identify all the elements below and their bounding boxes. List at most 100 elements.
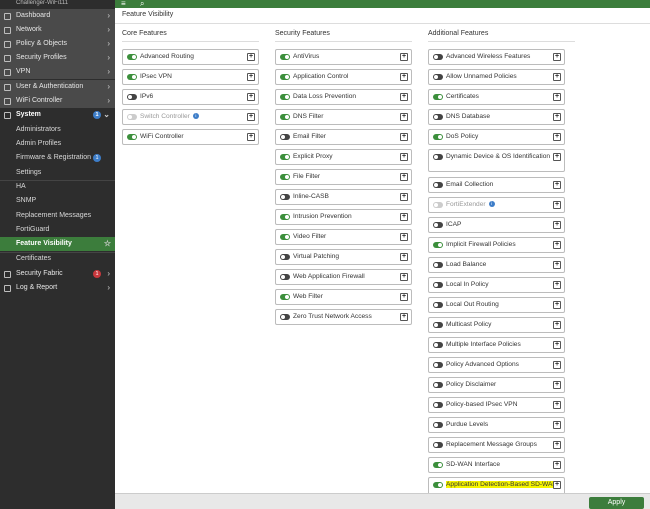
feature-policy-disclaimer[interactable]: Policy Disclaimer + (428, 377, 565, 393)
sidebar-item-system[interactable]: System 1 ⌄ (0, 108, 115, 122)
expand-plus-icon[interactable]: + (400, 73, 408, 81)
expand-plus-icon[interactable]: + (400, 93, 408, 101)
sidebar-item-certificates[interactable]: Certificates (0, 252, 115, 266)
feature-email-collection[interactable]: Email Collection + (428, 177, 565, 193)
toggle-switch[interactable] (433, 262, 443, 268)
expand-plus-icon[interactable]: + (247, 113, 255, 121)
sidebar-item-settings[interactable]: Settings (0, 166, 115, 180)
toggle-switch[interactable] (433, 222, 443, 228)
expand-plus-icon[interactable]: + (553, 181, 561, 189)
sidebar-item-administrators[interactable]: Administrators (0, 123, 115, 137)
expand-plus-icon[interactable]: + (400, 233, 408, 241)
sidebar-item-fortiguard[interactable]: FortiGuard (0, 223, 115, 237)
toggle-switch[interactable] (433, 282, 443, 288)
feature-load-balance[interactable]: Load Balance + (428, 257, 565, 273)
feature-email-filter[interactable]: Email Filter + (275, 129, 412, 145)
toggle-switch[interactable] (433, 442, 443, 448)
expand-plus-icon[interactable]: + (400, 293, 408, 301)
toggle-switch[interactable] (433, 422, 443, 428)
feature-dns-filter[interactable]: DNS Filter + (275, 109, 412, 125)
feature-dynamic-device-os-identification[interactable]: Dynamic Device & OS Identification + (428, 149, 565, 172)
feature-ipv6[interactable]: IPv6 + (122, 89, 259, 105)
toggle-switch[interactable] (433, 302, 443, 308)
expand-plus-icon[interactable]: + (553, 281, 561, 289)
apply-button[interactable]: Apply (589, 497, 644, 509)
expand-plus-icon[interactable]: + (553, 461, 561, 469)
expand-plus-icon[interactable]: + (400, 213, 408, 221)
expand-plus-icon[interactable]: + (553, 133, 561, 141)
feature-wifi-controller[interactable]: WiFi Controller + (122, 129, 259, 145)
sidebar-item-dashboard[interactable]: Dashboard › (0, 9, 115, 23)
sidebar-item-user-authentication[interactable]: User & Authentication › (0, 80, 115, 94)
feature-purdue-levels[interactable]: Purdue Levels + (428, 417, 565, 433)
feature-intrusion-prevention[interactable]: Intrusion Prevention + (275, 209, 412, 225)
expand-plus-icon[interactable]: + (400, 153, 408, 161)
feature-multiple-interface-policies[interactable]: Multiple Interface Policies + (428, 337, 565, 353)
feature-antivirus[interactable]: AntiVirus + (275, 49, 412, 65)
feature-inline-casb[interactable]: Inline-CASB + (275, 189, 412, 205)
expand-plus-icon[interactable]: + (553, 361, 561, 369)
toggle-switch[interactable] (433, 134, 443, 140)
expand-plus-icon[interactable]: + (553, 261, 561, 269)
toggle-switch[interactable] (433, 74, 443, 80)
toggle-switch[interactable] (127, 114, 137, 120)
sidebar-item-replacement-messages[interactable]: Replacement Messages (0, 209, 115, 223)
expand-plus-icon[interactable]: + (400, 133, 408, 141)
favorite-star-icon[interactable]: ☆ (104, 237, 111, 251)
info-icon[interactable]: i (192, 113, 199, 120)
expand-plus-icon[interactable]: + (400, 113, 408, 121)
expand-plus-icon[interactable]: + (247, 73, 255, 81)
expand-plus-icon[interactable]: + (553, 321, 561, 329)
expand-plus-icon[interactable]: + (400, 273, 408, 281)
sidebar-item-security-fabric[interactable]: Security Fabric 1 › (0, 267, 115, 281)
feature-zero-trust-network-access[interactable]: Zero Trust Network Access + (275, 309, 412, 325)
expand-plus-icon[interactable]: + (553, 381, 561, 389)
toggle-switch[interactable] (433, 182, 443, 188)
expand-plus-icon[interactable]: + (400, 53, 408, 61)
expand-plus-icon[interactable]: + (247, 133, 255, 141)
toggle-switch[interactable] (433, 202, 443, 208)
toggle-switch[interactable] (433, 322, 443, 328)
feature-application-control[interactable]: Application Control + (275, 69, 412, 85)
expand-plus-icon[interactable]: + (400, 253, 408, 261)
expand-plus-icon[interactable]: + (247, 53, 255, 61)
toggle-switch[interactable] (433, 342, 443, 348)
toggle-switch[interactable] (433, 402, 443, 408)
feature-virtual-patching[interactable]: Virtual Patching + (275, 249, 412, 265)
feature-file-filter[interactable]: File Filter + (275, 169, 412, 185)
toggle-switch[interactable] (280, 314, 290, 320)
toggle-switch[interactable] (280, 94, 290, 100)
sidebar-item-security-profiles[interactable]: Security Profiles › (0, 51, 115, 65)
feature-policy-advanced-options[interactable]: Policy Advanced Options + (428, 357, 565, 373)
feature-certificates[interactable]: Certificates + (428, 89, 565, 105)
feature-advanced-wireless-features[interactable]: Advanced Wireless Features + (428, 49, 565, 65)
feature-dns-database[interactable]: DNS Database + (428, 109, 565, 125)
toggle-switch[interactable] (280, 54, 290, 60)
expand-plus-icon[interactable]: + (553, 201, 561, 209)
toggle-switch[interactable] (433, 482, 443, 488)
feature-policy-based-ipsec-vpn[interactable]: Policy-based IPsec VPN + (428, 397, 565, 413)
feature-ipsec-vpn[interactable]: IPsec VPN + (122, 69, 259, 85)
sidebar-item-network[interactable]: Network › (0, 23, 115, 37)
feature-multicast-policy[interactable]: Multicast Policy + (428, 317, 565, 333)
toggle-switch[interactable] (433, 114, 443, 120)
expand-plus-icon[interactable]: + (553, 421, 561, 429)
toggle-switch[interactable] (280, 294, 290, 300)
expand-plus-icon[interactable]: + (553, 301, 561, 309)
expand-plus-icon[interactable]: + (553, 441, 561, 449)
expand-plus-icon[interactable]: + (400, 193, 408, 201)
sidebar-item-ha[interactable]: HA (0, 180, 115, 194)
feature-video-filter[interactable]: Video Filter + (275, 229, 412, 245)
expand-plus-icon[interactable]: + (553, 53, 561, 61)
sidebar-item-wifi-controller[interactable]: WiFi Controller › (0, 94, 115, 108)
feature-data-loss-prevention[interactable]: Data Loss Prevention + (275, 89, 412, 105)
sidebar-item-log-report[interactable]: Log & Report › (0, 281, 115, 295)
expand-plus-icon[interactable]: + (553, 153, 561, 161)
toggle-switch[interactable] (280, 194, 290, 200)
expand-plus-icon[interactable]: + (553, 113, 561, 121)
toggle-switch[interactable] (280, 74, 290, 80)
feature-allow-unnamed-policies[interactable]: Allow Unnamed Policies + (428, 69, 565, 85)
toggle-switch[interactable] (433, 362, 443, 368)
toggle-switch[interactable] (433, 382, 443, 388)
toggle-switch[interactable] (280, 134, 290, 140)
